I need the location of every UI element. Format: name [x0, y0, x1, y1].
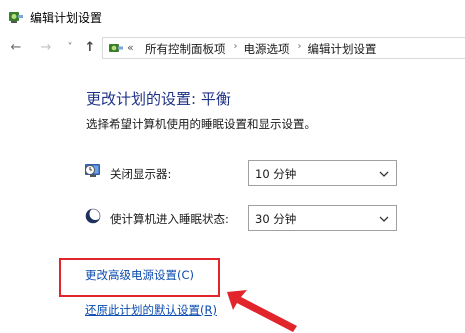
navigation-bar: ← → ˅ ↑ « 所有控制面板项 › 电源选项 › 编辑计划设置: [0, 33, 465, 63]
breadcrumb-overflow-icon[interactable]: «: [127, 41, 134, 54]
forward-button[interactable]: →: [38, 39, 54, 57]
breadcrumb-all-control-panel-items[interactable]: 所有控制面板项: [145, 41, 226, 57]
power-plan-icon: [9, 12, 23, 23]
red-arrow-annotation: [227, 290, 297, 332]
page-title: 更改计划的设置: 平衡: [86, 90, 231, 108]
display-off-select[interactable]: 10 分钟: [248, 160, 397, 186]
breadcrumb-edit-plan-settings[interactable]: 编辑计划设置: [308, 41, 377, 57]
window-title: 编辑计划设置: [30, 11, 103, 25]
control-panel-icon: [109, 44, 123, 52]
chevron-right-icon[interactable]: ›: [298, 41, 302, 57]
restore-defaults-link[interactable]: 还原此计划的默认设置(R): [85, 302, 217, 318]
chevron-right-icon[interactable]: ›: [234, 41, 238, 57]
page-subtitle: 选择希望计算机使用的睡眠设置和显示设置。: [86, 117, 316, 131]
display-off-label: 关闭显示器:: [110, 167, 172, 181]
up-button[interactable]: ↑: [82, 39, 98, 57]
highlight-annotation: [59, 258, 220, 297]
title-bar: 编辑计划设置: [0, 0, 465, 33]
display-timer-icon: [85, 164, 100, 177]
chevron-down-icon: [379, 171, 389, 177]
back-button[interactable]: ←: [8, 39, 24, 57]
sleep-select[interactable]: 30 分钟: [248, 205, 397, 231]
chevron-down-icon: [379, 216, 389, 222]
recent-locations-button[interactable]: ˅: [62, 39, 78, 57]
sleep-label: 使计算机进入睡眠状态:: [110, 212, 229, 226]
moon-sleep-icon: [85, 208, 102, 224]
sleep-value: 30 分钟: [255, 212, 297, 226]
display-off-value: 10 分钟: [255, 167, 297, 181]
breadcrumb-power-options[interactable]: 电源选项: [244, 41, 290, 57]
address-bar[interactable]: « 所有控制面板项 › 电源选项 › 编辑计划设置: [102, 37, 465, 59]
breadcrumb: 所有控制面板项 › 电源选项 › 编辑计划设置: [145, 41, 377, 57]
